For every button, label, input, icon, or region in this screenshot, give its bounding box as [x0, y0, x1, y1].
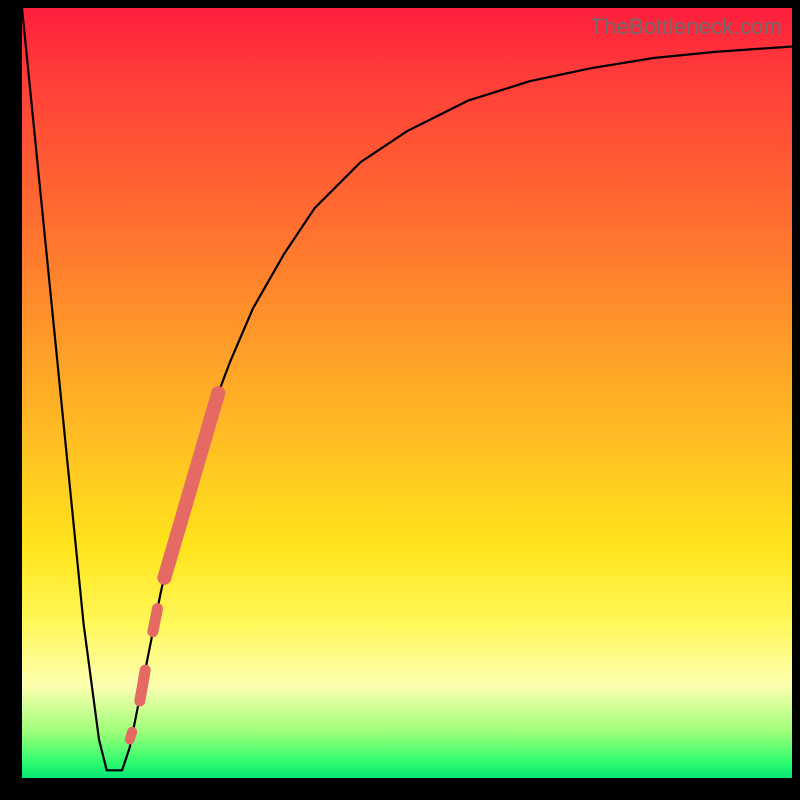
- emphasis-points: [130, 393, 219, 740]
- highlight-segment: [140, 670, 145, 701]
- chart-svg: [22, 8, 792, 778]
- highlight-segment: [164, 393, 218, 578]
- highlight-segment: [130, 732, 132, 740]
- bottleneck-curve: [22, 8, 792, 770]
- highlight-segment: [153, 609, 158, 632]
- plot-area: TheBottleneck.com: [22, 8, 792, 778]
- chart-container: TheBottleneck.com: [0, 0, 800, 800]
